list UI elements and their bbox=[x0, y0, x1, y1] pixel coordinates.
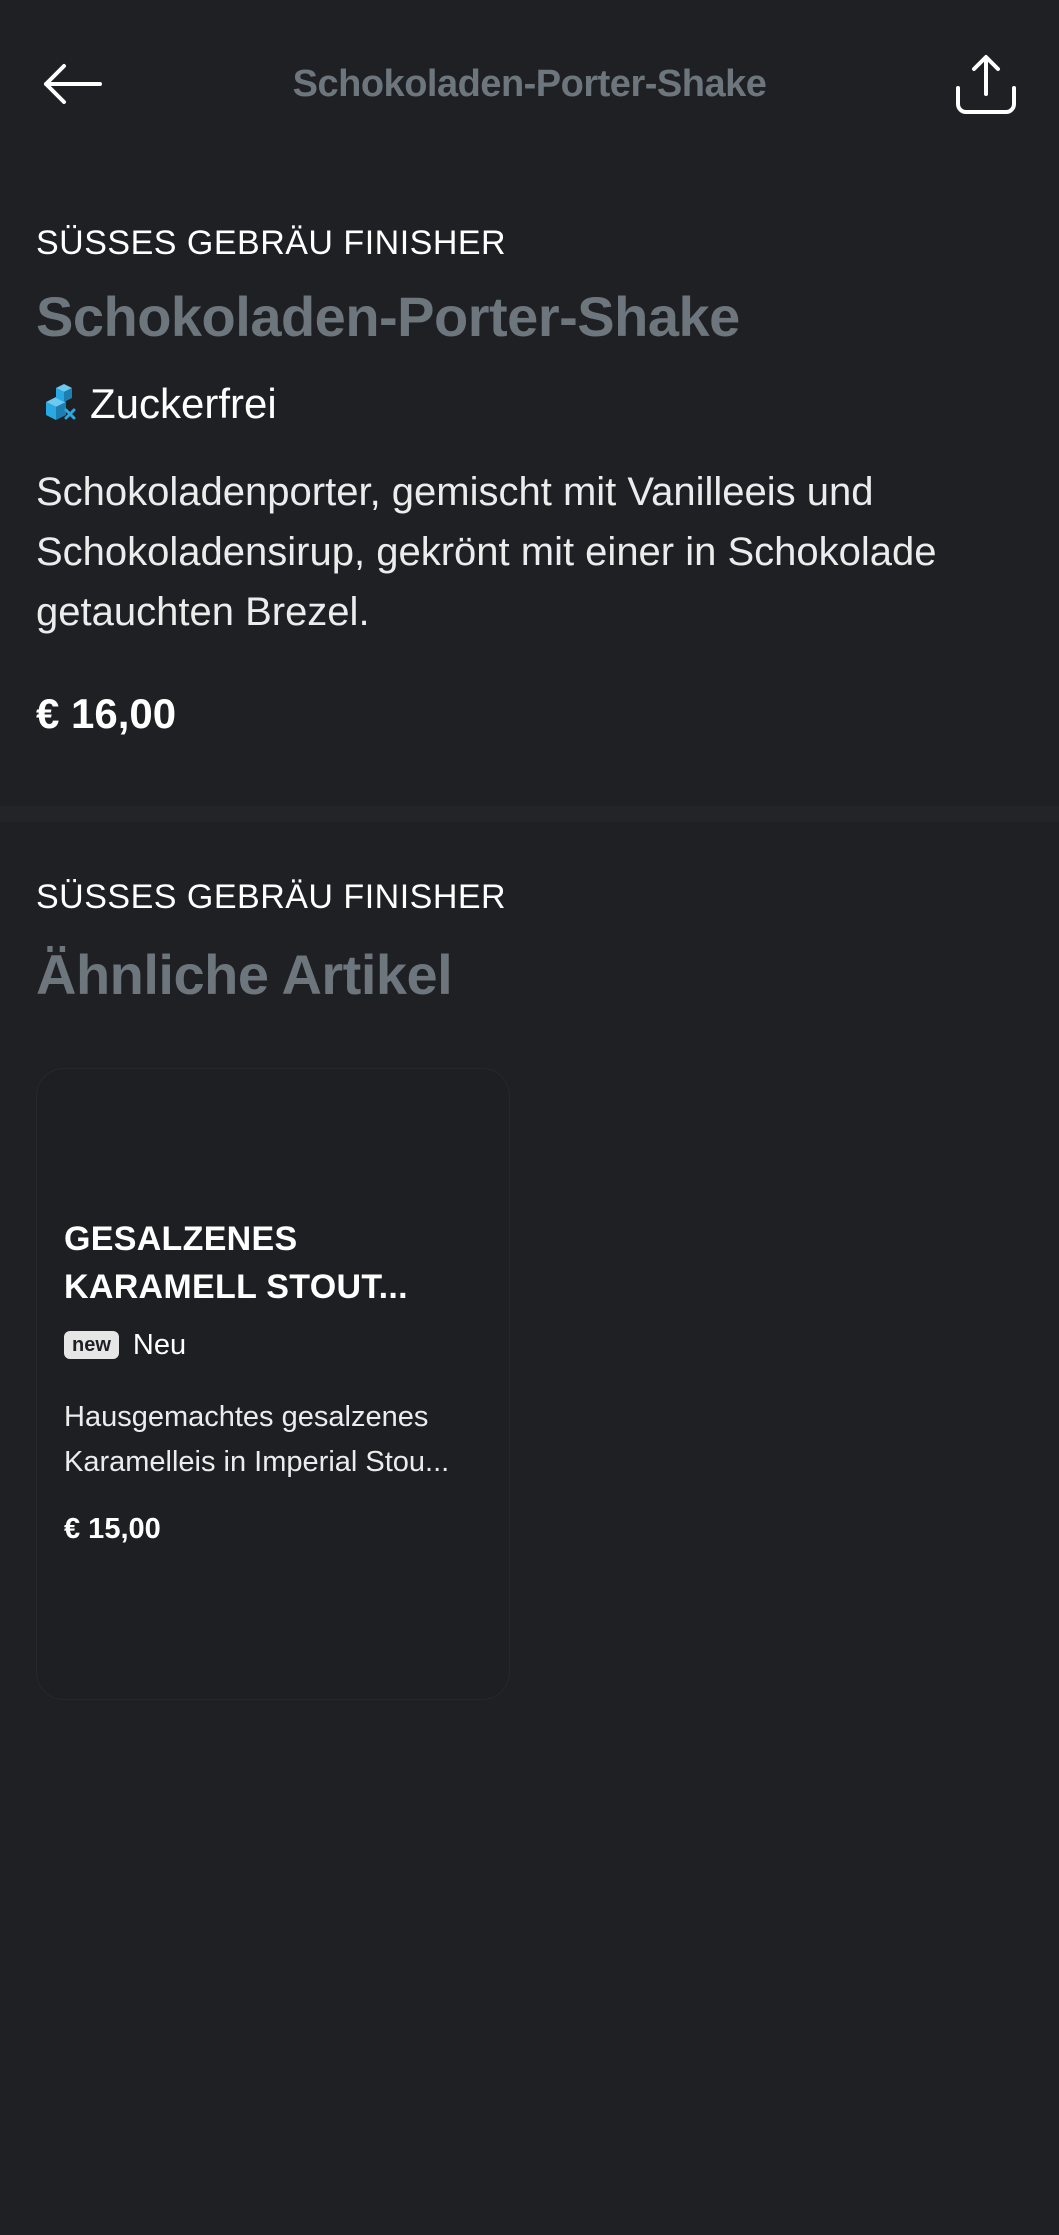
top-bar: Schokoladen-Porter-Shake bbox=[0, 0, 1059, 170]
item-image bbox=[37, 1069, 511, 1209]
item-badge: new Neu bbox=[64, 1325, 186, 1365]
page-title: Schokoladen-Porter-Shake bbox=[292, 63, 767, 105]
sugar-free-icon bbox=[46, 384, 76, 420]
similar-item-card[interactable]: GESALZENES KARAMELL STOUT... new Neu Hau… bbox=[36, 1068, 510, 1700]
item-title: GESALZENES KARAMELL STOUT... bbox=[64, 1220, 408, 1306]
product-price: € 16,00 bbox=[36, 690, 177, 737]
product-detail-page: Schokoladen-Porter-Shake SÜSSES GEBRÄU F… bbox=[0, 0, 1059, 2235]
product-description: Schokoladenporter, gemischt mit Vanillee… bbox=[36, 470, 937, 634]
back-button[interactable] bbox=[36, 54, 108, 114]
product-name: Schokoladen-Porter-Shake bbox=[36, 285, 740, 348]
item-description: Hausgemachtes gesalzenes Karamelleis in … bbox=[64, 1401, 450, 1478]
diet-tag: Zuckerfrei bbox=[36, 378, 277, 430]
similar-category: SÜSSES GEBRÄU FINISHER bbox=[36, 878, 507, 916]
arrow-left-icon bbox=[44, 64, 102, 104]
diet-label: Zuckerfrei bbox=[90, 380, 277, 427]
item-price: € 15,00 bbox=[64, 1513, 161, 1545]
similar-items-title: Ähnliche Artikel bbox=[36, 943, 453, 1006]
new-badge: new bbox=[64, 1331, 119, 1359]
share-icon bbox=[956, 55, 1016, 114]
share-button[interactable] bbox=[948, 50, 1024, 120]
new-badge-label: Neu bbox=[132, 1328, 187, 1361]
product-category: SÜSSES GEBRÄU FINISHER bbox=[36, 224, 507, 262]
section-divider bbox=[0, 806, 1059, 822]
product-details: SÜSSES GEBRÄU FINISHER Schokoladen-Porte… bbox=[0, 170, 1059, 822]
